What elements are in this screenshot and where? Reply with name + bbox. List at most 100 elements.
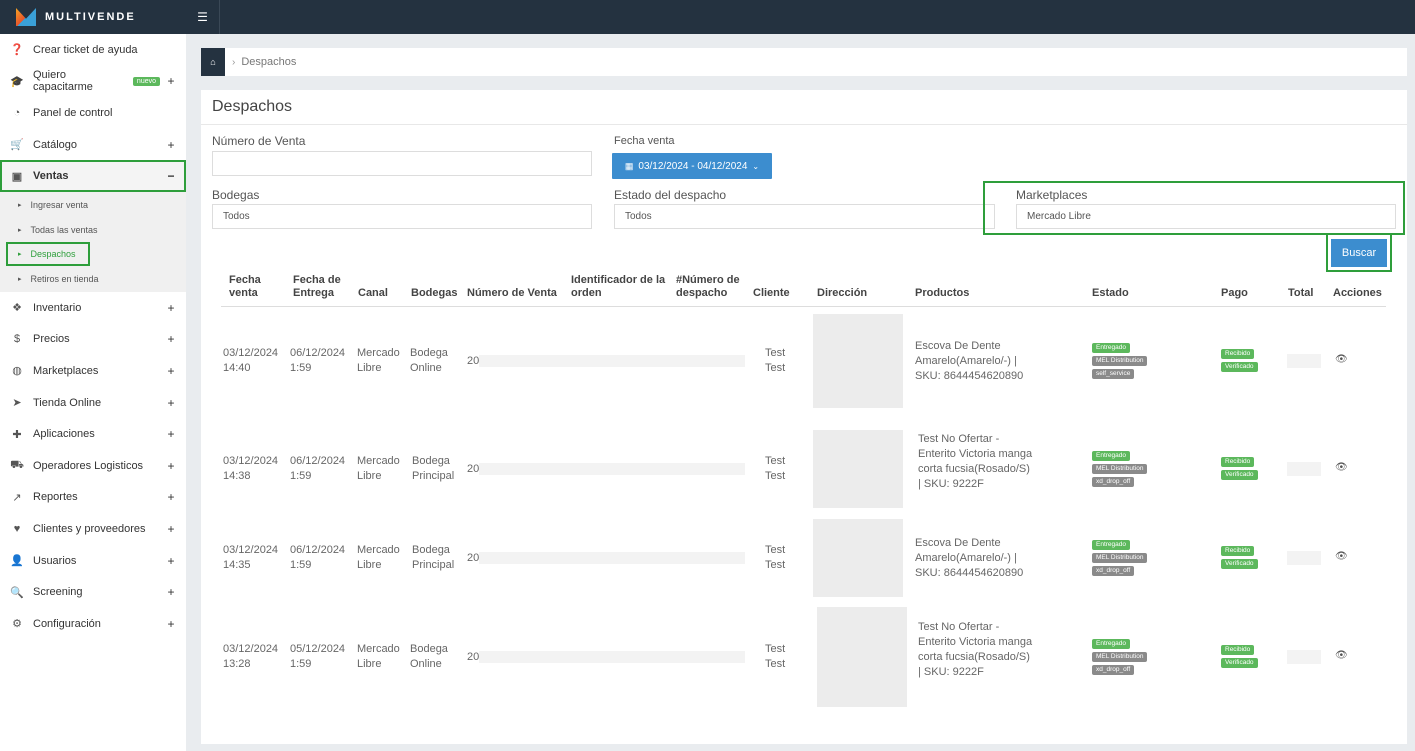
bodegas-label: Bodegas <box>212 188 260 202</box>
column-header-productos[interactable]: Productos <box>915 287 1065 300</box>
sidebar-item-aplicaciones[interactable]: ✚ Aplicaciones + <box>0 418 186 450</box>
sidebar-item-quiero-capacitarme[interactable]: 🎓 Quiero capacitarme nuevo + <box>0 66 186 98</box>
cell-bodega: Bodega Online <box>410 347 448 374</box>
sidebar-item-label: Marketplaces <box>33 364 99 377</box>
sidebar-item-operadores-logisticos[interactable]: ⛟ Operadores Logisticos + <box>0 450 186 482</box>
cell-producto: Test No Ofertar - Enterito Victoria mang… <box>918 432 1033 490</box>
column-header-pago[interactable]: Pago <box>1221 287 1281 300</box>
logo-bar[interactable]: MULTIVENDE <box>0 0 186 34</box>
column-header-cliente[interactable]: Cliente <box>753 287 803 300</box>
sidebar-item-reportes[interactable]: ↗ Reportes + <box>0 482 186 514</box>
submenu-item-todas-las-ventas[interactable]: ▸ Todas las ventas <box>0 217 186 242</box>
cell-bodega: Bodega Principal <box>412 544 455 571</box>
collapse-icon[interactable]: − <box>166 169 176 183</box>
table-row[interactable]: 03/12/2024 14:38 06/12/2024 1:59 Mercado L… <box>221 426 1386 512</box>
estado-despacho-select[interactable]: Todos <box>614 204 995 229</box>
cell-producto: Escova De Dente Amarelo(Amarelo/-) | SKU… <box>915 536 1024 579</box>
expand-icon[interactable]: + <box>166 554 176 568</box>
column-header-direccion[interactable]: Dirección <box>817 287 897 300</box>
redacted-order-info <box>479 463 745 475</box>
expand-icon[interactable]: + <box>166 396 176 410</box>
pago-badges: Recibido Verificado <box>1221 546 1258 572</box>
sidebar-item-catalogo[interactable]: 🛒 Catálogo + <box>0 129 186 161</box>
heart-icon: ♥ <box>13 522 21 535</box>
view-eye-icon[interactable]: 👁 <box>1335 462 1348 473</box>
expand-icon[interactable]: + <box>166 490 176 504</box>
sidebar-item-label: Operadores Logisticos <box>33 459 144 472</box>
dollar-icon: $ <box>13 333 21 346</box>
sidebar-item-marketplaces[interactable]: ◍ Marketplaces + <box>0 355 186 387</box>
sidebar-item-inventario[interactable]: ❖ Inventario + <box>0 292 186 324</box>
expand-icon[interactable]: + <box>166 74 176 88</box>
sidebar-item-label: Clientes y proveedores <box>33 522 146 535</box>
column-header-total[interactable]: Total <box>1288 287 1328 300</box>
expand-icon[interactable]: + <box>166 427 176 441</box>
view-eye-icon[interactable]: 👁 <box>1335 551 1348 562</box>
puzzle-icon: ✚ <box>12 428 22 441</box>
expand-icon[interactable]: + <box>166 332 176 346</box>
status-badge: Recibido <box>1221 349 1255 359</box>
buscar-button[interactable]: Buscar <box>1331 238 1387 267</box>
status-badge: Verificado <box>1221 559 1258 569</box>
caret-right-icon: ▸ <box>18 275 22 283</box>
dashboard-icon: ◔ <box>13 106 21 119</box>
pago-badges: Recibido Verificado <box>1221 349 1258 375</box>
expand-icon[interactable]: + <box>166 138 176 152</box>
numero-venta-input[interactable] <box>212 151 592 176</box>
sidebar-item-label: Quiero capacitarme <box>33 69 93 94</box>
calendar-icon: ▦ <box>624 160 634 171</box>
column-header-fecha-venta[interactable]: Fecha venta <box>229 274 289 300</box>
logo-text: MULTIVENDE <box>45 11 136 23</box>
fecha-venta-picker[interactable]: ▦ 03/12/2024 - 04/12/2024 ⌄ <box>612 153 772 179</box>
expand-icon[interactable]: + <box>166 617 176 631</box>
marketplaces-select[interactable]: Mercado Libre <box>1016 204 1396 229</box>
column-header-estado[interactable]: Estado <box>1092 287 1212 300</box>
sidebar-item-panel-de-control[interactable]: ◔ Panel de control <box>0 97 186 129</box>
menu-toggle-icon[interactable]: ☰ <box>186 0 220 34</box>
submenu-item-retiros-en-tienda[interactable]: ▸ Retiros en tienda <box>0 266 186 291</box>
table-row[interactable]: 03/12/2024 14:35 06/12/2024 1:59 Mercado L… <box>221 515 1386 601</box>
cell-canal: Mercado Libre <box>357 347 400 374</box>
expand-icon[interactable]: + <box>166 459 176 473</box>
status-badge: MEL Distribution <box>1092 652 1148 662</box>
status-badge: Verificado <box>1221 362 1258 372</box>
submenu-item-ingresar-venta[interactable]: ▸ Ingresar venta <box>0 193 186 218</box>
sidebar-item-crear-ticket-de-ayuda[interactable]: ❓ Crear ticket de ayuda <box>0 34 186 66</box>
column-header-canal[interactable]: Canal <box>358 287 408 300</box>
sidebar-item-ventas[interactable]: ▣ Ventas − <box>0 160 186 192</box>
column-header-bodegas[interactable]: Bodegas <box>411 287 466 300</box>
chart-icon: ↗ <box>12 491 22 504</box>
expand-icon[interactable]: + <box>166 301 176 315</box>
pointer-icon: ➤ <box>12 397 22 410</box>
sidebar-item-precios[interactable]: $ Precios + <box>0 324 186 356</box>
multivende-logo-icon <box>16 8 36 26</box>
status-badge: MEL Distribution <box>1092 464 1148 474</box>
view-eye-icon[interactable]: 👁 <box>1335 650 1348 661</box>
bodegas-select[interactable]: Todos <box>212 204 592 229</box>
submenu-item-despachos[interactable]: ▸ Despachos <box>0 242 186 267</box>
expand-icon[interactable]: + <box>166 522 176 536</box>
expand-icon[interactable]: + <box>166 364 176 378</box>
column-header-identificador-de-la-orden[interactable]: Identificador de la orden <box>571 274 671 300</box>
column-header-acciones[interactable]: Acciones <box>1333 287 1393 300</box>
sidebar-item-usuarios[interactable]: 👤 Usuarios + <box>0 545 186 577</box>
sidebar-item-tienda-online[interactable]: ➤ Tienda Online + <box>0 387 186 419</box>
sidebar-item-label: Aplicaciones <box>33 428 95 441</box>
column-header-numero-de-venta[interactable]: Número de Venta <box>467 287 567 300</box>
cell-bodega: Bodega Online <box>410 643 448 670</box>
sidebar-item-screening[interactable]: 🔍 Screening + <box>0 576 186 608</box>
column-header-numero-de-despacho[interactable]: #Número de despacho <box>676 274 746 300</box>
cell-fecha-venta: 03/12/2024 14:40 <box>223 347 279 374</box>
redacted-total <box>1287 354 1321 368</box>
sidebar-item-clientes-y-proveedores[interactable]: ♥ Clientes y proveedores + <box>0 513 186 545</box>
table-row[interactable]: 03/12/2024 13:28 05/12/2024 1:59 Mercado L… <box>221 603 1386 711</box>
home-icon[interactable]: ⌂ <box>201 48 225 76</box>
view-eye-icon[interactable]: 👁 <box>1335 354 1348 365</box>
submenu-item-label: Ingresar venta <box>30 200 89 211</box>
column-header-fecha-de-entrega[interactable]: Fecha de Entrega <box>293 274 353 300</box>
sidebar-item-configuracion[interactable]: ⚙ Configuración + <box>0 608 186 640</box>
estado-badges: Entregado MEL Distribution self_service <box>1092 343 1148 382</box>
expand-icon[interactable]: + <box>166 585 176 599</box>
table-row[interactable]: 03/12/2024 14:40 06/12/2024 1:59 Mercado L… <box>221 310 1386 412</box>
gear-icon: ⚙ <box>12 618 22 631</box>
